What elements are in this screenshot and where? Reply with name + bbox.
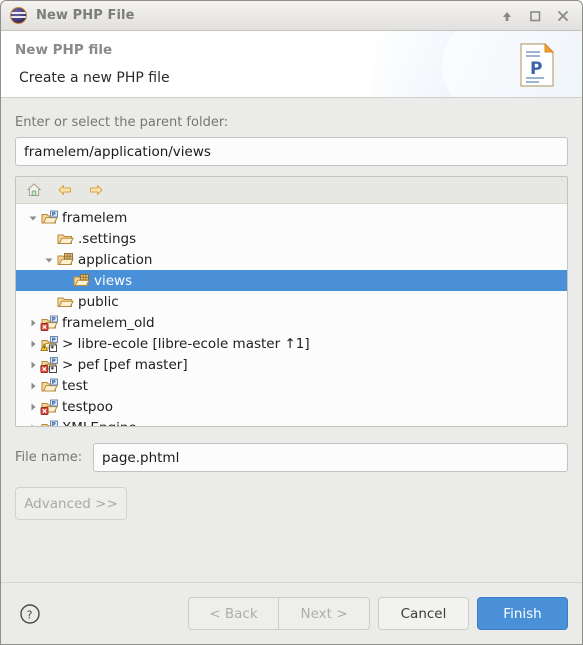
svg-text:P: P	[52, 317, 56, 323]
new-php-file-dialog: New PHP File New PHP file Create a new P…	[0, 0, 583, 645]
tree-row[interactable]: P * > libre-ecole [libre-ecole master ↑1…	[16, 333, 567, 354]
dialog-footer: ? < Back Next > Cancel Finish	[1, 582, 582, 644]
window-controls	[500, 9, 574, 23]
collapsed-twisty-icon[interactable]	[25, 423, 40, 426]
php-project-icon: P	[40, 210, 59, 226]
back-button[interactable]: < Back	[188, 597, 279, 630]
expanded-twisty-icon[interactable]	[25, 213, 40, 223]
collapsed-twisty-icon[interactable]	[25, 339, 40, 349]
collapsed-twisty-icon[interactable]	[25, 402, 40, 412]
php-project-error-icon: P	[40, 315, 59, 331]
next-button[interactable]: Next >	[279, 597, 370, 630]
tree-item-label: framelem_old	[62, 314, 155, 331]
tree-row-selected[interactable]: views	[16, 270, 567, 291]
svg-text:?: ?	[27, 608, 33, 621]
source-folder-icon	[56, 252, 75, 268]
svg-text:*: *	[50, 344, 54, 352]
tree-row[interactable]: P framelem	[16, 207, 567, 228]
tree-item-label: views	[94, 272, 133, 289]
finish-button[interactable]: Finish	[477, 597, 568, 630]
window-title: New PHP File	[36, 8, 135, 23]
tree-item-label: XMLEngine	[61, 420, 137, 427]
file-name-row: File name: page.phtml	[15, 443, 568, 472]
page-subtitle: Create a new PHP file	[19, 70, 170, 86]
parent-folder-label: Enter or select the parent folder:	[15, 115, 229, 130]
wizard-header: New PHP file Create a new PHP file P	[1, 31, 582, 98]
svg-text:P: P	[52, 380, 56, 386]
tree-row[interactable]: P * > pef [pef master]	[16, 354, 567, 375]
dialog-body: Enter or select the parent folder: frame…	[1, 98, 582, 582]
svg-text:P: P	[52, 358, 56, 364]
folder-tree-panel: P framelem .settings application views p…	[15, 176, 568, 427]
close-icon[interactable]	[556, 9, 570, 23]
footer-buttons: < Back Next > Cancel Finish	[188, 597, 568, 630]
tree-row[interactable]: P test	[16, 375, 567, 396]
title-bar: New PHP File	[1, 1, 582, 31]
php-project-icon: P	[40, 420, 59, 426]
tree-row[interactable]: P XMLEngine	[16, 417, 567, 426]
eclipse-icon	[10, 7, 27, 24]
page-title: New PHP file	[15, 42, 113, 58]
tree-row[interactable]: .settings	[16, 228, 567, 249]
arrow-left-icon[interactable]	[56, 181, 74, 199]
tree-row[interactable]: public	[16, 291, 567, 312]
php-project-error-icon: P	[40, 399, 59, 415]
tree-item-label: application	[78, 251, 153, 268]
collapsed-twisty-icon[interactable]	[25, 381, 40, 391]
tree-item-label: > libre-ecole [libre-ecole master ↑1]	[62, 335, 310, 352]
tree-row[interactable]: P testpoo	[16, 396, 567, 417]
tree-item-label: > pef [pef master]	[62, 356, 188, 373]
file-name-label: File name:	[15, 450, 83, 465]
php-project-error-git-icon: P *	[40, 356, 59, 373]
tree-item-label: framelem	[62, 209, 128, 226]
folder-icon	[56, 231, 75, 247]
file-name-value: page.phtml	[102, 449, 180, 466]
svg-text:P: P	[530, 59, 542, 79]
advanced-button[interactable]: Advanced >>	[15, 487, 127, 520]
tree-item-label: .settings	[78, 230, 137, 247]
php-project-warning-git-icon: P *	[40, 335, 59, 352]
folder-tree[interactable]: P framelem .settings application views p…	[16, 204, 567, 426]
collapsed-twisty-icon[interactable]	[25, 318, 40, 328]
square-icon[interactable]	[528, 9, 542, 23]
source-folder-icon	[72, 273, 91, 289]
svg-text:P: P	[52, 212, 56, 218]
svg-text:P: P	[52, 422, 56, 426]
tree-toolbar	[16, 177, 567, 204]
home-icon[interactable]	[25, 181, 43, 199]
tree-item-label: testpoo	[62, 398, 114, 415]
help-icon[interactable]: ?	[19, 603, 41, 625]
parent-folder-value: framelem/application/views	[24, 143, 211, 160]
arrow-right-icon[interactable]	[87, 181, 105, 199]
collapsed-twisty-icon[interactable]	[25, 360, 40, 370]
expanded-twisty-icon[interactable]	[41, 255, 56, 265]
svg-text:P: P	[52, 401, 56, 407]
folder-icon	[56, 294, 75, 310]
tree-item-label: public	[78, 293, 119, 310]
tree-row[interactable]: application	[16, 249, 567, 270]
tree-row[interactable]: P framelem_old	[16, 312, 567, 333]
arrow-up-icon[interactable]	[500, 9, 514, 23]
php-document-icon: P	[520, 42, 556, 87]
file-name-input[interactable]: page.phtml	[93, 443, 568, 472]
cancel-button[interactable]: Cancel	[378, 597, 469, 630]
php-project-icon: P	[40, 378, 59, 394]
parent-folder-input[interactable]: framelem/application/views	[15, 137, 568, 166]
svg-text:*: *	[50, 365, 54, 373]
tree-item-label: test	[62, 377, 88, 394]
svg-text:P: P	[52, 337, 56, 343]
